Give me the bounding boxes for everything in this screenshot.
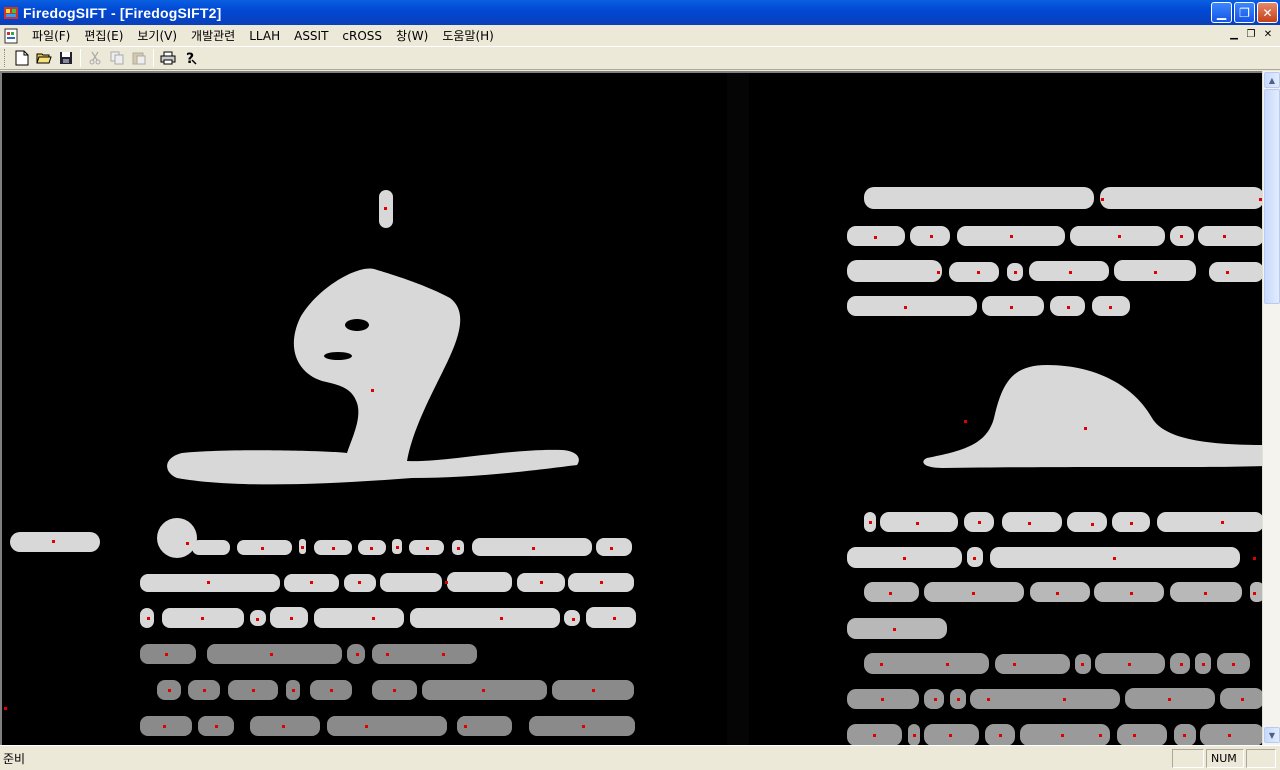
scroll-down-icon: ▼	[1268, 730, 1276, 740]
new-file-button[interactable]	[11, 48, 33, 68]
open-folder-icon	[36, 53, 52, 64]
scroll-up-icon: ▲	[1268, 75, 1276, 85]
restore-icon: ❐	[1239, 5, 1250, 20]
menu-edit[interactable]: 편집(E)	[77, 27, 130, 44]
close-button[interactable]: ✕	[1257, 2, 1278, 23]
menu-file[interactable]: 파일(F)	[25, 27, 77, 44]
print-button[interactable]	[157, 48, 179, 68]
scroll-down-button[interactable]: ▼	[1264, 727, 1280, 743]
menu-llah[interactable]: LLAH	[242, 29, 287, 43]
save-icon	[60, 52, 72, 64]
copy-button[interactable]	[106, 48, 128, 68]
app-icon	[4, 6, 18, 19]
cut-button[interactable]	[84, 48, 106, 68]
scroll-up-button[interactable]: ▲	[1264, 72, 1280, 88]
menu-window[interactable]: 창(W)	[389, 27, 435, 44]
status-pane-scrl	[1246, 749, 1276, 768]
toolbar-separator	[153, 49, 154, 67]
menu-assit[interactable]: ASSIT	[287, 29, 335, 43]
svg-text:?: ?	[186, 51, 194, 66]
new-file-icon	[15, 50, 29, 66]
image-view[interactable]	[0, 71, 1262, 745]
status-pane-num: NUM	[1206, 749, 1244, 768]
help-icon: ?	[186, 51, 197, 66]
minimize-button[interactable]: ▁	[1211, 2, 1232, 23]
cut-icon	[89, 51, 101, 65]
menu-view[interactable]: 보기(V)	[130, 27, 184, 44]
menu-cross[interactable]: cROSS	[335, 29, 389, 43]
mdi-minimize-button[interactable]: ▁	[1226, 28, 1242, 42]
paste-button[interactable]	[128, 48, 150, 68]
mdi-restore-button[interactable]: ❐	[1243, 28, 1259, 42]
save-button[interactable]	[55, 48, 77, 68]
status-pane-caps	[1172, 749, 1204, 768]
print-icon	[160, 51, 176, 65]
close-icon: ✕	[1262, 5, 1273, 20]
toolbar-separator	[80, 49, 81, 67]
copy-icon	[110, 51, 124, 65]
minimize-icon: ▁	[1216, 5, 1227, 20]
title-bar[interactable]: FiredogSIFT - [FiredogSIFT2] ▁ ❐ ✕	[0, 0, 1280, 25]
help-button[interactable]: ?	[179, 48, 201, 68]
toolbar-grip[interactable]	[4, 49, 7, 67]
sift-visualization	[2, 73, 1262, 745]
toolbar: ?	[0, 46, 1280, 70]
scroll-thumb[interactable]	[1264, 89, 1280, 304]
mdi-close-button[interactable]: ✕	[1260, 28, 1276, 42]
document-icon[interactable]	[3, 28, 19, 44]
open-button[interactable]	[33, 48, 55, 68]
restore-button[interactable]: ❐	[1234, 2, 1255, 23]
status-bar: 준비 NUM	[0, 745, 1280, 770]
menu-development[interactable]: 개발관련	[184, 27, 242, 44]
window-title: FiredogSIFT - [FiredogSIFT2]	[23, 4, 222, 21]
paste-icon	[132, 52, 146, 65]
menu-help[interactable]: 도움말(H)	[435, 27, 501, 44]
status-text: 준비	[3, 751, 26, 766]
vertical-scrollbar[interactable]: ▲ ▼	[1262, 71, 1280, 745]
menu-bar: 파일(F) 편집(E) 보기(V) 개발관련 LLAH ASSIT cROSS …	[0, 25, 1280, 46]
